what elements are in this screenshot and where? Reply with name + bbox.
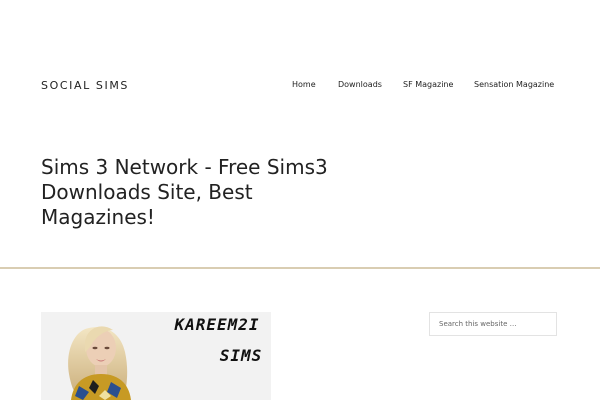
nav-item-sensation-magazine[interactable]: Sensation Magazine — [474, 80, 554, 89]
main-nav: Home Downloads SF Magazine Sensation Mag… — [0, 80, 600, 94]
featured-image-logo-line1: KAREEM2I — [174, 315, 260, 334]
search-input[interactable] — [429, 312, 557, 336]
nav-item-sf-magazine[interactable]: SF Magazine — [403, 80, 453, 89]
nav-item-home[interactable]: Home — [292, 80, 316, 89]
nav-item-downloads[interactable]: Downloads — [338, 80, 382, 89]
featured-image-logo-line2: SIMS — [219, 346, 263, 365]
page-title: Sims 3 Network - Free Sims3 Downloads Si… — [41, 155, 328, 229]
header-divider — [0, 267, 600, 269]
featured-image[interactable]: KAREEM2I SIMS — [41, 312, 271, 400]
